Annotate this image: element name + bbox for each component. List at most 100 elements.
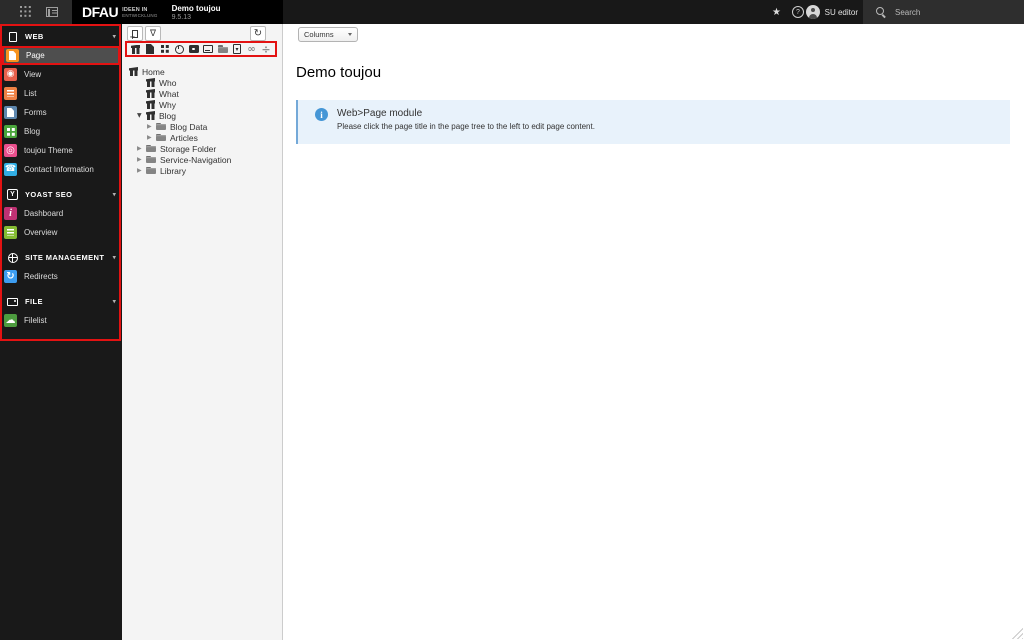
user-menu[interactable]: SU editor (805, 0, 858, 24)
list-module-icon (4, 87, 17, 100)
sidebar-item-contact-information[interactable]: Contact Information (0, 160, 122, 179)
sidebar-section-web[interactable]: WEB (0, 27, 122, 46)
typo3-version: 9.5.13 (171, 13, 192, 21)
info-callout: Web>Page module Please click the page ti… (296, 100, 1010, 144)
page-icon (129, 67, 138, 76)
search-bar[interactable]: Search (863, 0, 1024, 24)
sidebar-item-view[interactable]: View (0, 65, 122, 84)
toujou-page-icon[interactable] (130, 44, 141, 55)
theme-module-icon (4, 144, 17, 157)
view-module-icon (4, 68, 17, 81)
blog-module-icon (4, 125, 17, 138)
top-bar: DFAU IDEEN IN ENTWICKLUNG Demo toujou 9.… (0, 0, 1024, 24)
tree-item-library[interactable]: Library (122, 165, 281, 176)
avatar (805, 5, 820, 19)
sidebar-item-page[interactable]: Page (2, 46, 120, 65)
new-page-button[interactable] (127, 26, 143, 41)
dfau-logo[interactable]: DFAU (82, 4, 119, 20)
chevron-down-icon (112, 32, 116, 40)
page-type-strip (125, 41, 277, 57)
logo-tagline: IDEEN IN ENTWICKLUNG (122, 6, 158, 18)
sidebar-section-yoast-seo[interactable]: YOAST SEO (0, 185, 122, 204)
page-icon (146, 78, 155, 87)
section-file: FILE Filelist (0, 292, 122, 330)
tree-item-what[interactable]: What (122, 88, 281, 99)
folder-icon (156, 133, 166, 142)
callout-text: Web>Page module Please click the page ti… (337, 108, 595, 131)
callout-body: Please click the page title in the page … (337, 122, 595, 131)
yoast-section-icon (7, 189, 18, 200)
redirects-module-icon (4, 270, 17, 283)
new-page-icon (130, 29, 138, 41)
filter-button[interactable] (145, 26, 161, 41)
chevron-down-icon (112, 190, 116, 198)
sidebar-item-toujou-theme[interactable]: toujou Theme (0, 141, 122, 160)
folder-icon (146, 144, 156, 153)
timed-page-icon[interactable] (174, 44, 185, 55)
logo-panel: DFAU IDEEN IN ENTWICKLUNG Demo toujou 9.… (72, 0, 283, 24)
image-icon (7, 297, 18, 306)
tree-toolbar (127, 26, 161, 41)
sidebar-item-dashboard[interactable]: Dashboard (0, 204, 122, 223)
divider-icon[interactable] (261, 44, 272, 55)
expand-arrow-icon[interactable] (137, 113, 146, 119)
form-page-icon[interactable] (203, 44, 214, 55)
collapse-arrow-icon[interactable] (147, 135, 156, 141)
globe-icon (7, 252, 18, 263)
tree-item-service-navigation[interactable]: Service-Navigation (122, 154, 281, 165)
sidebar-item-forms[interactable]: Forms (0, 103, 122, 122)
user-name: SU editor (824, 7, 858, 17)
tree-item-home[interactable]: Home (122, 66, 281, 77)
section-site-management: SITE MANAGEMENT Redirects (0, 248, 122, 286)
page-tree: Home Who What Why Blog Blog Data (122, 66, 281, 176)
folder-icon (156, 122, 166, 131)
external-link-page-icon[interactable] (246, 44, 257, 55)
yoast-overview-icon (4, 226, 17, 239)
sidebar-item-filelist[interactable]: Filelist (0, 311, 122, 330)
page-icon (146, 89, 155, 98)
tree-item-who[interactable]: Who (122, 77, 281, 88)
tree-toggle-icon[interactable] (46, 7, 58, 17)
sidebar-item-blog[interactable]: Blog (0, 122, 122, 141)
tree-item-blog-data[interactable]: Blog Data (122, 121, 281, 132)
callout-title: Web>Page module (337, 108, 423, 119)
page-module-icon (6, 49, 19, 62)
shortcut-page-icon[interactable] (232, 44, 243, 55)
section-yoast: YOAST SEO Dashboard Overview (0, 185, 122, 242)
sidebar-item-overview[interactable]: Overview (0, 223, 122, 242)
chevron-down-icon (112, 253, 116, 261)
content-area: Columns Demo toujou Web>Page module Plea… (283, 24, 1024, 640)
site-meta: Demo toujou 9.5.13 (172, 4, 221, 21)
topbar-toggles (0, 0, 72, 24)
chevron-down-icon (112, 297, 116, 305)
sidebar-section-site-management[interactable]: SITE MANAGEMENT (0, 248, 122, 267)
yoast-dashboard-icon (4, 207, 17, 220)
tree-item-why[interactable]: Why (122, 99, 281, 110)
site-name: Demo toujou (171, 3, 221, 13)
collapse-arrow-icon[interactable] (147, 124, 156, 130)
collapse-arrow-icon[interactable] (137, 168, 146, 174)
collapse-arrow-icon[interactable] (137, 146, 146, 152)
section-web: WEB Page View List Forms Blog toujou The… (0, 27, 122, 179)
folder-icon[interactable] (217, 44, 228, 55)
page-title: Demo toujou (296, 64, 382, 81)
collapse-arrow-icon[interactable] (137, 157, 146, 163)
bookmark-star-icon[interactable] (772, 0, 781, 24)
refresh-button[interactable] (250, 26, 266, 41)
tree-item-articles[interactable]: Articles (122, 132, 281, 143)
search-icon (876, 6, 887, 18)
sidebar-section-file[interactable]: FILE (0, 292, 122, 311)
columns-select[interactable]: Columns (298, 27, 358, 42)
help-icon[interactable] (792, 6, 804, 18)
modules-grid-icon[interactable] (20, 6, 32, 18)
forms-module-icon (4, 106, 17, 119)
tree-item-blog[interactable]: Blog (122, 110, 281, 121)
grid-page-icon[interactable] (159, 44, 170, 55)
sidebar-item-list[interactable]: List (0, 84, 122, 103)
sidebar-item-redirects[interactable]: Redirects (0, 267, 122, 286)
tree-item-storage-folder[interactable]: Storage Folder (122, 143, 281, 154)
module-sidebar: WEB Page View List Forms Blog toujou The… (0, 24, 122, 640)
video-page-icon[interactable] (188, 44, 199, 55)
standard-page-icon[interactable] (145, 44, 156, 55)
search-label: Search (895, 7, 921, 17)
